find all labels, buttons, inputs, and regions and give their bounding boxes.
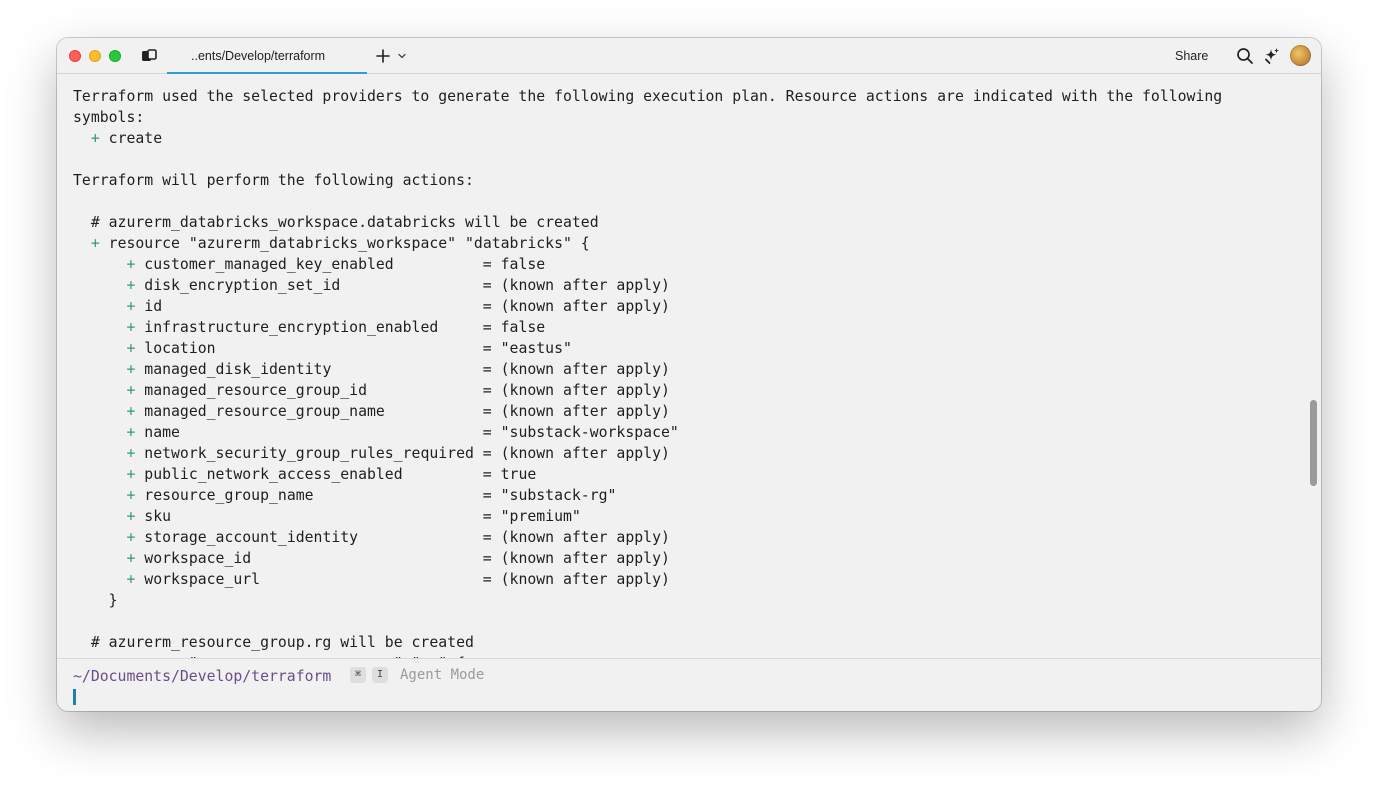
chevron-down-icon[interactable] (397, 51, 407, 61)
terminal-line: + workspace_url = (known after apply) (126, 571, 670, 588)
plus-marker: + (126, 361, 136, 378)
title-bar: ..ents/Develop/terraform Share (57, 38, 1321, 74)
plus-icon[interactable] (374, 47, 392, 65)
terminal-line: + public_network_access_enabled = true (126, 466, 537, 483)
plus-marker: + (126, 256, 136, 273)
plus-marker: + (126, 487, 136, 504)
terminal-line: + storage_account_identity = (known afte… (126, 529, 670, 546)
text-cursor (73, 689, 76, 705)
plus-marker: + (126, 277, 136, 294)
plus-marker: + (126, 403, 136, 420)
terminal-window: ..ents/Develop/terraform Share Terraform… (57, 38, 1321, 711)
plus-marker: + (126, 298, 136, 315)
terminal-line: + customer_managed_key_enabled = false (126, 256, 546, 273)
agent-mode-hint[interactable]: Agent Mode (400, 667, 484, 683)
plus-marker: + (126, 424, 136, 441)
terminal-line: + managed_resource_group_id = (known aft… (126, 382, 670, 399)
terminal-line: # azurerm_databricks_workspace.databrick… (73, 214, 599, 231)
zoom-window-button[interactable] (109, 50, 121, 62)
terminal-line: Terraform used the selected providers to… (73, 88, 1223, 105)
terminal-line: + network_security_group_rules_required … (126, 445, 670, 462)
terminal-output: Terraform used the selected providers to… (57, 74, 1321, 658)
terminal-line: Terraform will perform the following act… (73, 172, 474, 189)
tab-title: ..ents/Develop/terraform (191, 49, 326, 63)
shortcut-key-cmd: ⌘ (350, 667, 366, 683)
terminal-line: + id = (known after apply) (126, 298, 670, 315)
terminal-output-text: Terraform used the selected providers to… (73, 86, 1222, 658)
terminal-line: + sku = "premium" (126, 508, 581, 525)
panel-toggle-icon[interactable] (141, 49, 157, 63)
terminal-line: } (73, 592, 118, 609)
plus-marker: + (126, 571, 136, 588)
terminal-line: + infrastructure_encryption_enabled = fa… (126, 319, 546, 336)
plus-marker: + (126, 508, 136, 525)
tab-terraform[interactable]: ..ents/Develop/terraform (167, 38, 367, 74)
terminal-line: + resource_group_name = "substack-rg" (126, 487, 617, 504)
shortcut-key-i: I (372, 667, 388, 683)
terminal-line: + name = "substack-workspace" (126, 424, 679, 441)
terminal-line: + resource "azurerm_databricks_workspace… (90, 235, 590, 252)
plus-marker: + (126, 382, 136, 399)
search-icon[interactable] (1236, 47, 1254, 65)
share-button[interactable]: Share (1175, 49, 1208, 63)
command-input-area[interactable]: ~/Documents/Develop/terraform ⌘ I Agent … (57, 658, 1321, 711)
plus-marker: + (126, 445, 136, 462)
terminal-line: + managed_disk_identity = (known after a… (126, 361, 670, 378)
plus-marker: + (126, 529, 136, 546)
current-directory: ~/Documents/Develop/terraform (73, 668, 332, 685)
sparkle-icon[interactable] (1263, 47, 1281, 65)
minimize-window-button[interactable] (89, 50, 101, 62)
plus-marker: + (126, 550, 136, 567)
plus-marker: + (126, 319, 136, 336)
scrollbar[interactable] (1310, 400, 1317, 486)
terminal-line: + location = "eastus" (126, 340, 572, 357)
avatar[interactable] (1290, 45, 1311, 66)
terminal-line: + workspace_id = (known after apply) (126, 550, 670, 567)
terminal-line: + create (90, 130, 163, 147)
plus-marker: + (126, 466, 136, 483)
terminal-line: + managed_resource_group_name = (known a… (126, 403, 670, 420)
terminal-line: # azurerm_resource_group.rg will be crea… (73, 634, 474, 651)
terminal-line: symbols: (73, 109, 145, 126)
plus-marker: + (90, 235, 100, 252)
terminal-line: + disk_encryption_set_id = (known after … (126, 277, 670, 294)
plus-marker: + (126, 340, 136, 357)
close-window-button[interactable] (69, 50, 81, 62)
plus-marker: + (90, 130, 100, 147)
